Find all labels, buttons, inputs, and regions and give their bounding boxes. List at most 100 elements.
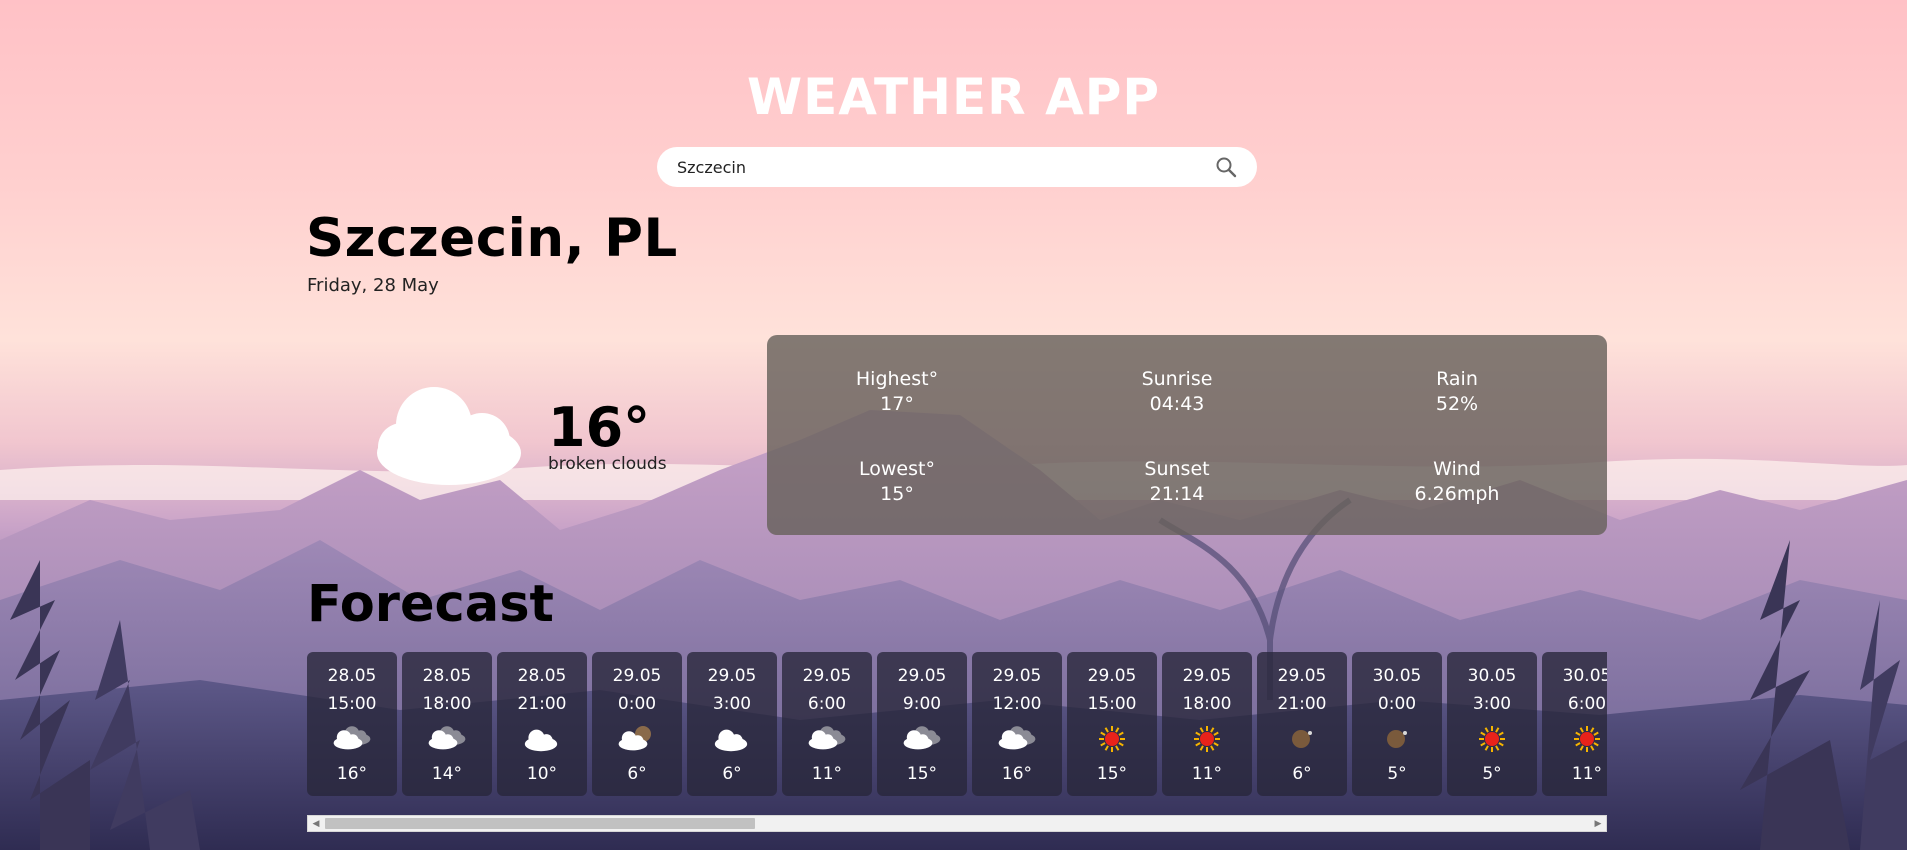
broken-clouds-icon: [427, 724, 467, 754]
forecast-date: 28.05: [517, 666, 567, 686]
forecast-card: 28.05 15:00 16°: [307, 652, 397, 796]
forecast-date: 30.05: [1562, 666, 1607, 686]
app-title: WEATHER APP: [746, 68, 1161, 126]
forecast-card: 29.05 3:00 6°: [687, 652, 777, 796]
broken-clouds-icon: [332, 724, 372, 754]
forecast-date: 28.05: [327, 666, 377, 686]
forecast-date: 30.05: [1467, 666, 1517, 686]
detail-label: Lowest°: [859, 458, 935, 480]
forecast-card: 30.05 3:00 5°: [1447, 652, 1537, 796]
forecast-temp: 5°: [1387, 764, 1407, 784]
forecast-card: 29.05 21:00 6°: [1257, 652, 1347, 796]
sun-icon: [1187, 724, 1227, 754]
forecast-date: 29.05: [707, 666, 757, 686]
forecast-temp: 16°: [336, 764, 368, 784]
forecast-card: 30.05 6:00 11°: [1542, 652, 1607, 796]
detail-lowest: Lowest° 15°: [797, 457, 997, 507]
forecast-time: 3:00: [1472, 694, 1512, 714]
forecast-card: 29.05 15:00 15°: [1067, 652, 1157, 796]
forecast-time: 21:00: [1277, 694, 1327, 714]
search-bar[interactable]: [657, 147, 1257, 187]
forecast-temp: 6°: [627, 764, 647, 784]
weather-description: broken clouds: [548, 454, 667, 474]
detail-value: 6.26mph: [1414, 483, 1500, 505]
forecast-time: 9:00: [902, 694, 942, 714]
forecast-list[interactable]: 28.05 15:00 16° 28.05 18:00 14° 28.05 21…: [307, 652, 1607, 797]
forecast-temp: 6°: [1292, 764, 1312, 784]
detail-value: 21:14: [1149, 483, 1205, 505]
forecast-time: 3:00: [712, 694, 752, 714]
forecast-temp: 11°: [811, 764, 843, 784]
forecast-time: 0:00: [617, 694, 657, 714]
forecast-temp: 15°: [1096, 764, 1128, 784]
forecast-temp: 11°: [1191, 764, 1223, 784]
cloud-icon: [712, 724, 752, 754]
forecast-heading: Forecast: [307, 575, 554, 634]
forecast-date: 28.05: [422, 666, 472, 686]
broken-clouds-icon: [377, 387, 521, 485]
forecast-date: 29.05: [802, 666, 852, 686]
detail-label: Sunset: [1144, 458, 1210, 480]
forecast-time: 6:00: [1567, 694, 1607, 714]
forecast-time: 12:00: [992, 694, 1042, 714]
forecast-time: 15:00: [1087, 694, 1137, 714]
detail-label: Rain: [1436, 368, 1478, 390]
forecast-temp: 15°: [906, 764, 938, 784]
detail-rain: Rain 52%: [1357, 367, 1557, 417]
broken-clouds-icon: [997, 724, 1037, 754]
forecast-time: 6:00: [807, 694, 847, 714]
forecast-card: 28.05 18:00 14°: [402, 652, 492, 796]
detail-value: 52%: [1435, 393, 1479, 415]
current-temperature: 16°: [548, 396, 651, 459]
detail-highest: Highest° 17°: [797, 367, 997, 417]
cloud-icon: [522, 724, 562, 754]
forecast-date: 29.05: [992, 666, 1042, 686]
forecast-date: 29.05: [1182, 666, 1232, 686]
forecast-card: 29.05 6:00 11°: [782, 652, 872, 796]
forecast-card: 29.05 12:00 16°: [972, 652, 1062, 796]
detail-label: Sunrise: [1141, 368, 1213, 390]
forecast-temp: 14°: [431, 764, 463, 784]
weather-details-panel: Highest° 17° Sunrise 04:43 Rain 52% Lowe…: [767, 335, 1607, 535]
search-icon[interactable]: [1213, 154, 1239, 180]
detail-value: 17°: [880, 393, 914, 415]
forecast-time: 0:00: [1377, 694, 1417, 714]
forecast-date: 29.05: [1087, 666, 1137, 686]
detail-sunrise: Sunrise 04:43: [1077, 367, 1277, 417]
forecast-date: 30.05: [1372, 666, 1422, 686]
scroll-left-arrow-icon[interactable]: ◀: [308, 816, 324, 831]
forecast-card: 30.05 0:00 5°: [1352, 652, 1442, 796]
detail-value: 15°: [880, 483, 914, 505]
forecast-card: 29.05 18:00 11°: [1162, 652, 1252, 796]
forecast-scrollbar[interactable]: ◀ ▶: [307, 815, 1607, 832]
sun-icon: [1567, 724, 1607, 754]
forecast-temp: 10°: [526, 764, 558, 784]
broken-clouds-icon: [902, 724, 942, 754]
moon-icon: [1377, 724, 1417, 754]
forecast-card: 29.05 9:00 15°: [877, 652, 967, 796]
search-input[interactable]: [677, 157, 1213, 177]
detail-label: Highest°: [855, 368, 939, 390]
forecast-date: 29.05: [897, 666, 947, 686]
detail-wind: Wind 6.26mph: [1357, 457, 1557, 507]
moon-icon: [1282, 724, 1322, 754]
forecast-temp: 6°: [722, 764, 742, 784]
forecast-time: 18:00: [422, 694, 472, 714]
current-date: Friday, 28 May: [307, 275, 439, 296]
detail-label: Wind: [1433, 458, 1481, 480]
scroll-right-arrow-icon[interactable]: ▶: [1590, 816, 1606, 831]
scrollbar-thumb[interactable]: [325, 818, 755, 829]
night-cloud-icon: [617, 724, 657, 754]
forecast-card: 29.05 0:00 6°: [592, 652, 682, 796]
forecast-temp: 5°: [1482, 764, 1502, 784]
forecast-date: 29.05: [612, 666, 662, 686]
forecast-card: 28.05 21:00 10°: [497, 652, 587, 796]
broken-clouds-icon: [807, 724, 847, 754]
forecast-temp: 16°: [1001, 764, 1033, 784]
forecast-time: 18:00: [1182, 694, 1232, 714]
forecast-time: 15:00: [327, 694, 377, 714]
forecast-date: 29.05: [1277, 666, 1327, 686]
forecast-temp: 11°: [1571, 764, 1603, 784]
detail-value: 04:43: [1149, 393, 1205, 415]
detail-sunset: Sunset 21:14: [1077, 457, 1277, 507]
